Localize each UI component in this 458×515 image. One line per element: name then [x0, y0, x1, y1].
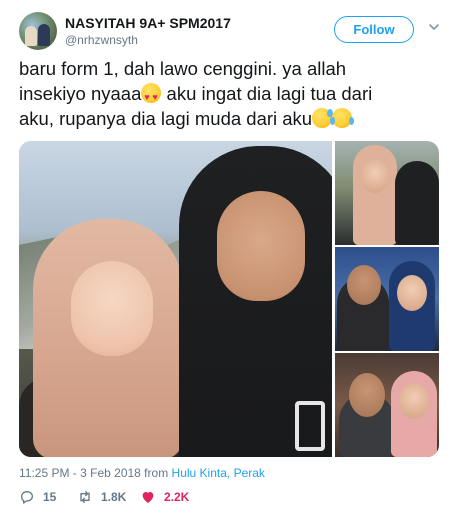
like-count: 2.2K [164, 490, 190, 504]
thumb2-girl-face [397, 275, 427, 311]
retweet-button[interactable]: 1.8K [77, 487, 126, 507]
display-name[interactable]: NASYITAH 9A+ SPM2017 [65, 15, 231, 31]
heart-eyes-emoji-icon [141, 83, 162, 110]
avatar[interactable] [19, 12, 57, 50]
thumb3-girl-face [399, 383, 429, 419]
timestamp: 11:25 PM - 3 Feb 2018 from [19, 466, 172, 480]
user-handle[interactable]: @nrhzwnsyth [65, 33, 138, 47]
thumb1-face [361, 159, 389, 193]
tweet-line-1: baru form 1, dah lawo cengginі. ya allah [19, 58, 347, 79]
like-button[interactable]: 2.2K [140, 487, 189, 507]
tweet-line-2-start: insekiyo nyaaa [19, 83, 142, 104]
location-link[interactable]: Hulu Kinta, Perak [172, 466, 265, 480]
tweet-line-3: aku, rupanya dia lagi muda dari aku [19, 106, 444, 131]
thumbnail-photo-3[interactable] [335, 353, 439, 457]
thumbnail-photo-2[interactable] [335, 247, 439, 351]
retweet-count: 1.8K [101, 490, 127, 504]
reply-icon [21, 491, 33, 504]
reply-button[interactable]: 15 [19, 487, 56, 507]
tweet-header: NASYITAH 9A+ SPM2017 @nrhzwnsyth Follow [19, 12, 441, 52]
thumb3-man-face [349, 373, 385, 417]
joy-emoji-icon [330, 108, 355, 128]
tweet-line-3-text: aku, rupanya dia lagi muda dari aku [19, 108, 313, 129]
tweet-line-2-end: aku ingat dia lagi tua dari [161, 83, 373, 104]
thumb2-man-face [347, 265, 381, 305]
tweet-text: baru form 1, dah lawo cengginі. ya allah… [19, 56, 444, 131]
sweat-smile-emoji-icon [312, 108, 334, 128]
main-photo[interactable] [19, 141, 332, 457]
reply-count: 15 [43, 490, 57, 504]
retweet-icon [80, 491, 90, 503]
thumb1-person [395, 161, 439, 245]
tweet-meta: 11:25 PM - 3 Feb 2018 from Hulu Kinta, P… [19, 466, 265, 480]
heart-icon [142, 492, 154, 503]
follow-button[interactable]: Follow [334, 16, 414, 43]
tweet-actions: 15 1.8K 2.2K [19, 487, 319, 507]
thumbnail-photo-1[interactable] [335, 141, 439, 245]
chevron-down-icon[interactable] [427, 20, 441, 34]
media-grid [19, 141, 439, 457]
tweet-line-2: insekiyo nyaaa aku ingat dia lagi tua da… [19, 81, 444, 110]
girl-face [71, 261, 153, 356]
hoodie-print [295, 401, 325, 451]
boy-face [217, 191, 305, 301]
